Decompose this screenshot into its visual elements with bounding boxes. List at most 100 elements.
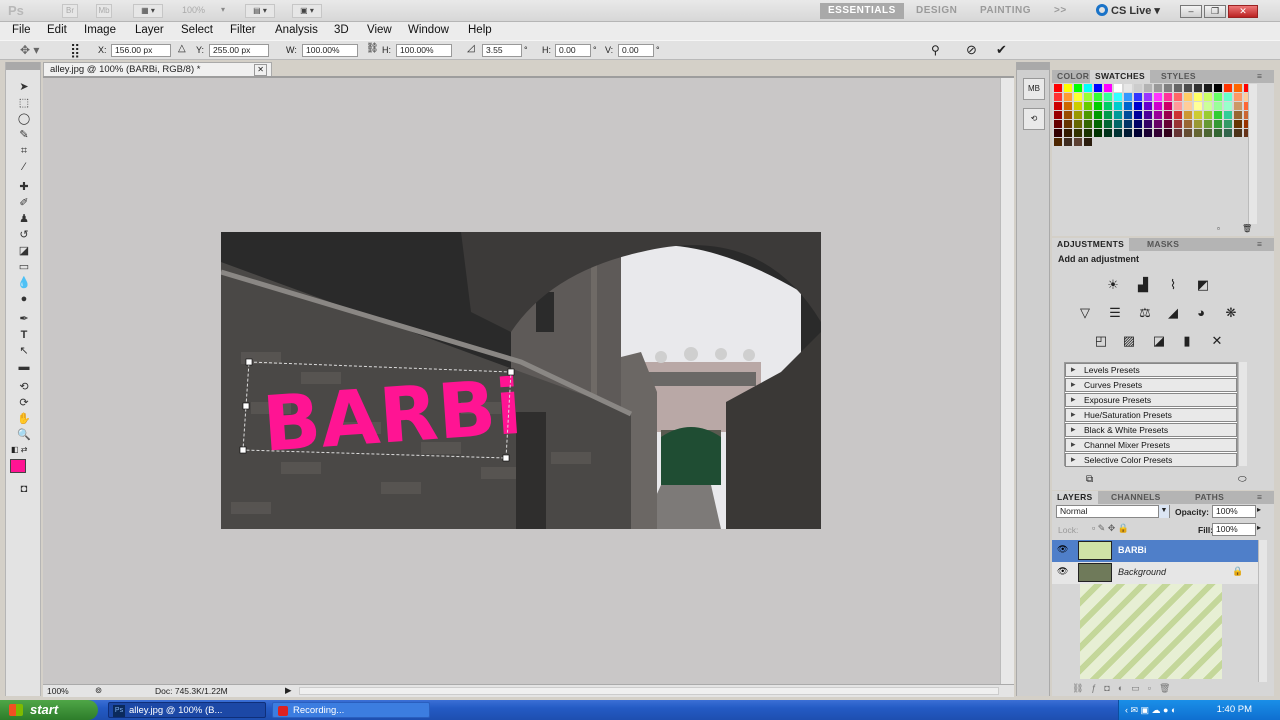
clone-stamp-tool-icon[interactable]: ♟ [14, 212, 34, 226]
swatch[interactable] [1164, 102, 1172, 110]
swatch[interactable] [1144, 93, 1152, 101]
swatch[interactable] [1164, 120, 1172, 128]
swatch[interactable] [1194, 111, 1202, 119]
swatch[interactable] [1084, 102, 1092, 110]
swatch[interactable] [1114, 93, 1122, 101]
swatch[interactable] [1104, 84, 1112, 92]
rotation-angle-field[interactable]: 3.55 [482, 44, 522, 57]
reference-point-locator[interactable]: ⣿ [70, 42, 80, 58]
swatch[interactable] [1194, 102, 1202, 110]
swatch[interactable] [1094, 84, 1102, 92]
new-swatch-icon[interactable]: ▫ [1217, 224, 1220, 233]
tools-panel-header[interactable] [6, 62, 40, 70]
quick-mask-icon[interactable]: ◘ [14, 482, 34, 496]
swatch-grid[interactable] [1054, 84, 1259, 154]
swatch[interactable] [1234, 129, 1242, 137]
swatch[interactable] [1094, 102, 1102, 110]
swatch[interactable] [1174, 93, 1182, 101]
swatch[interactable] [1164, 93, 1172, 101]
swatch[interactable] [1134, 84, 1142, 92]
swatch[interactable] [1124, 120, 1132, 128]
layer-visibility-eye-icon[interactable]: 👁 [1057, 566, 1068, 577]
levels-icon[interactable]: ▟ [1132, 276, 1154, 294]
tab-color[interactable]: COLOR [1052, 70, 1094, 83]
swatch[interactable] [1074, 138, 1082, 146]
swatch[interactable] [1104, 111, 1112, 119]
swatch[interactable] [1184, 84, 1192, 92]
swatch[interactable] [1214, 129, 1222, 137]
preset-selective-color[interactable]: Selective Color Presets [1065, 453, 1237, 467]
x-position-field[interactable]: 156.00 px [111, 44, 171, 57]
tab-paths[interactable]: PATHS [1190, 491, 1229, 504]
exposure-icon[interactable]: ◩ [1192, 276, 1214, 294]
adjustment-panel-options-icon[interactable]: ⬭ [1238, 474, 1247, 485]
swatch[interactable] [1094, 120, 1102, 128]
tab-swatches[interactable]: SWATCHES [1090, 70, 1150, 83]
relative-position-icon[interactable]: △ [178, 43, 186, 54]
swatch[interactable] [1124, 102, 1132, 110]
menu-view[interactable]: View [367, 24, 392, 36]
crop-tool-icon[interactable]: ⌗ [14, 144, 34, 158]
swatch[interactable] [1224, 129, 1232, 137]
status-zoom[interactable]: 100% [47, 686, 69, 696]
swatch[interactable] [1074, 120, 1082, 128]
status-options-icon[interactable]: ⊚ [95, 685, 102, 696]
y-position-field[interactable]: 255.00 px [209, 44, 269, 57]
tab-adjustments[interactable]: ADJUSTMENTS [1052, 238, 1130, 251]
blur-tool-icon[interactable]: 💧 [14, 276, 34, 290]
document-tab-close-icon[interactable]: ✕ [254, 64, 267, 76]
swatch[interactable] [1074, 129, 1082, 137]
menu-window[interactable]: Window [408, 24, 449, 36]
cs-live-menu[interactable]: CS Live ▾ [1096, 4, 1160, 17]
swatch[interactable] [1194, 129, 1202, 137]
alley-photo[interactable]: BARBi [221, 232, 821, 529]
tab-layers[interactable]: LAYERS [1052, 491, 1098, 504]
warp-mode-icon[interactable]: ⚲ [931, 43, 940, 57]
marquee-tool-icon[interactable]: ⬚ [14, 96, 34, 110]
swatch[interactable] [1174, 84, 1182, 92]
task-recording[interactable]: Recording... [272, 702, 430, 718]
path-selection-tool-icon[interactable]: ↖ [14, 344, 34, 358]
brush-tool-icon[interactable]: ✐ [14, 196, 34, 210]
swatch[interactable] [1104, 102, 1112, 110]
hue-saturation-icon[interactable]: ☰ [1104, 304, 1126, 322]
preset-hue-saturation[interactable]: Hue/Saturation Presets [1065, 408, 1237, 422]
panel-menu-icon[interactable]: ≡ [1252, 70, 1267, 83]
swatch[interactable] [1114, 111, 1122, 119]
clip-to-layer-icon[interactable]: ⧉ [1086, 474, 1093, 485]
swatch[interactable] [1104, 120, 1112, 128]
preset-exposure[interactable]: Exposure Presets [1065, 393, 1237, 407]
swatch[interactable] [1104, 129, 1112, 137]
swatch[interactable] [1154, 111, 1162, 119]
swatch[interactable] [1204, 111, 1212, 119]
swatch[interactable] [1204, 102, 1212, 110]
swatch[interactable] [1074, 84, 1082, 92]
swatch[interactable] [1054, 120, 1062, 128]
swatch[interactable] [1064, 120, 1072, 128]
workspace-essentials[interactable]: ESSENTIALS [820, 3, 904, 19]
swatch[interactable] [1164, 111, 1172, 119]
opacity-field[interactable]: 100% [1212, 505, 1256, 518]
layer-name[interactable]: Background [1118, 567, 1166, 577]
swatch[interactable] [1084, 111, 1092, 119]
history-panel-icon[interactable]: ⟲ [1023, 108, 1045, 130]
swatch[interactable] [1084, 84, 1092, 92]
swatch[interactable] [1194, 120, 1202, 128]
threshold-icon[interactable]: ◪ [1148, 332, 1170, 350]
zoom-level[interactable]: 100% [182, 5, 205, 15]
layer-name[interactable]: BARBi [1118, 545, 1147, 555]
swatch[interactable] [1074, 111, 1082, 119]
document-tab[interactable]: alley.jpg @ 100% (BARBi, RGB/8) * ✕ [43, 62, 272, 76]
preset-channel-mixer[interactable]: Channel Mixer Presets [1065, 438, 1237, 452]
fill-slider-arrow-icon[interactable]: ▸ [1257, 523, 1261, 532]
channel-mixer-icon[interactable]: ❋ [1220, 304, 1242, 322]
swatch[interactable] [1114, 129, 1122, 137]
swatch[interactable] [1074, 93, 1082, 101]
tray-icons[interactable]: ‹ ✉ ▣ ☁ ● ◐ [1125, 700, 1176, 720]
posterize-icon[interactable]: ▨ [1118, 332, 1140, 350]
menu-filter[interactable]: Filter [230, 24, 256, 36]
swatch[interactable] [1084, 120, 1092, 128]
swatch[interactable] [1174, 120, 1182, 128]
lasso-tool-icon[interactable]: ◯ [14, 112, 34, 126]
3d-rotate-tool-icon[interactable]: ⟲ [14, 380, 34, 394]
